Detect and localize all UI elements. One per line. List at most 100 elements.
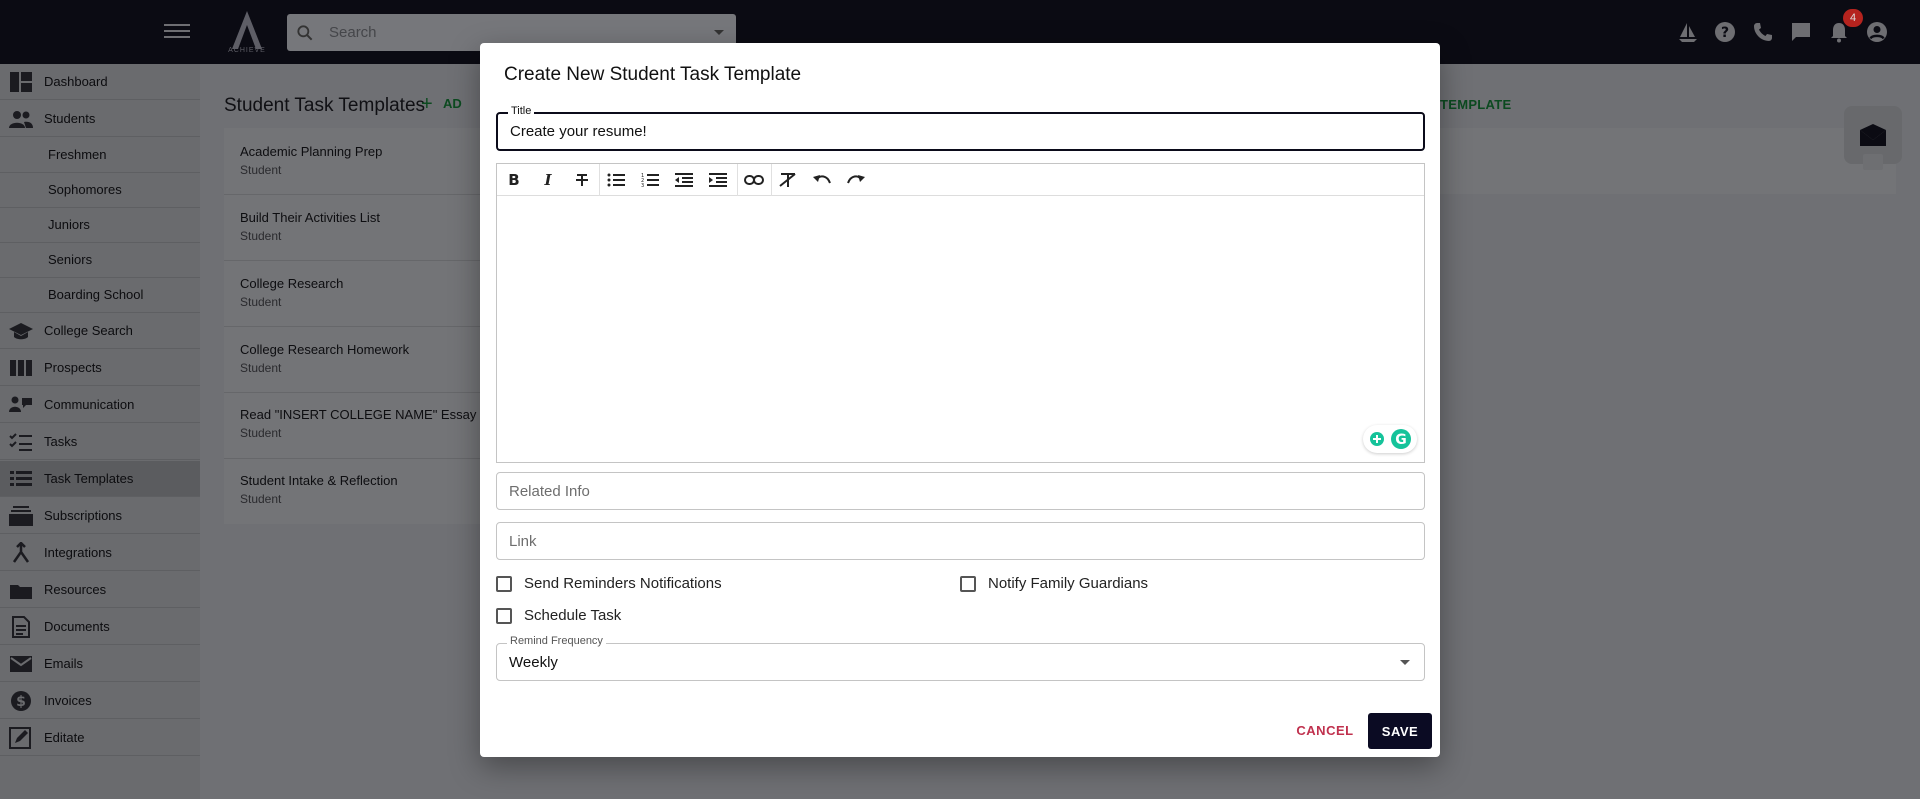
sidebar-nav: Dashboard Students Freshmen Sophomores J… bbox=[0, 64, 200, 799]
sidebar-item-boarding-school[interactable]: Boarding School bbox=[0, 277, 200, 313]
sidebar-item-label: Dashboard bbox=[44, 74, 108, 89]
chat-icon[interactable] bbox=[1789, 20, 1813, 44]
grammarly-icon[interactable]: G bbox=[1390, 428, 1412, 450]
send-reminders-checkbox[interactable]: Send Reminders Notifications bbox=[496, 575, 722, 592]
widget-collapse-icon[interactable] bbox=[1863, 154, 1883, 170]
bullet-list-icon[interactable] bbox=[603, 168, 629, 192]
sidebar-item-communication[interactable]: Communication bbox=[0, 387, 200, 423]
list-item[interactable]: College Research Student bbox=[240, 276, 343, 309]
grammarly-widget[interactable]: G bbox=[1363, 425, 1417, 453]
schedule-task-label: Schedule Task bbox=[524, 607, 622, 624]
sidebar-item-integrations[interactable]: Integrations bbox=[0, 535, 200, 571]
italic-icon[interactable]: I bbox=[535, 168, 561, 192]
sidebar-item-seniors[interactable]: Seniors bbox=[0, 242, 200, 278]
template-list: Academic Planning Prep Student Build The… bbox=[224, 128, 500, 524]
svg-text:?: ? bbox=[1721, 25, 1729, 41]
indent-icon[interactable] bbox=[705, 168, 731, 192]
redo-icon[interactable] bbox=[843, 168, 869, 192]
sidebar-item-college-search[interactable]: College Search bbox=[0, 313, 200, 349]
save-button[interactable]: SAVE bbox=[1368, 713, 1432, 749]
undo-icon[interactable] bbox=[809, 168, 835, 192]
clear-format-icon[interactable] bbox=[775, 168, 801, 192]
add-template-label: AD bbox=[443, 96, 462, 111]
chevron-down-icon bbox=[1400, 660, 1410, 665]
checkbox[interactable] bbox=[960, 575, 976, 592]
help-icon[interactable]: ? bbox=[1713, 20, 1737, 44]
page-title: Student Task Templates bbox=[224, 95, 426, 116]
sidebar-item-label: Sophomores bbox=[48, 182, 122, 197]
sidebar-item-label: Communication bbox=[44, 397, 135, 412]
menu-icon[interactable] bbox=[164, 20, 190, 44]
bold-icon[interactable]: B bbox=[501, 168, 527, 192]
sidebar-item-label: Subscriptions bbox=[44, 508, 123, 523]
search-dropdown-icon[interactable] bbox=[714, 30, 724, 35]
remind-frequency-select[interactable]: Remind Frequency Weekly bbox=[496, 635, 1425, 681]
search-icon bbox=[297, 25, 313, 41]
sidebar-item-label: Tasks bbox=[44, 434, 78, 449]
related-info-field[interactable] bbox=[496, 472, 1425, 510]
list-item-title: Academic Planning Prep bbox=[240, 144, 383, 159]
sidebar-item-dashboard[interactable]: Dashboard bbox=[0, 64, 200, 100]
divider bbox=[224, 392, 480, 393]
template-button[interactable]: TEMPLATE bbox=[1440, 97, 1512, 112]
sidebar-item-sophomores[interactable]: Sophomores bbox=[0, 172, 200, 208]
cancel-button[interactable]: CANCEL bbox=[1290, 717, 1360, 743]
list-item-type: Student bbox=[240, 295, 282, 309]
svg-text:G: G bbox=[1395, 432, 1407, 448]
sidebar-item-tasks[interactable]: Tasks bbox=[0, 424, 200, 460]
sidebar-item-task-templates[interactable]: Task Templates bbox=[0, 461, 200, 497]
outdent-icon[interactable] bbox=[671, 168, 697, 192]
list-item-type: Student bbox=[240, 426, 282, 440]
remind-frequency-value: Weekly bbox=[509, 654, 558, 671]
list-item-title: Student Intake & Reflection bbox=[240, 473, 398, 488]
numbered-list-icon[interactable]: 123 bbox=[637, 168, 663, 192]
remind-frequency-label: Remind Frequency bbox=[507, 635, 606, 647]
sidebar-item-emails[interactable]: Emails bbox=[0, 646, 200, 682]
link-icon[interactable] bbox=[741, 168, 767, 192]
sidebar-item-subscriptions[interactable]: Subscriptions bbox=[0, 498, 200, 534]
list-item[interactable]: Student Intake & Reflection Student bbox=[240, 473, 398, 506]
notification-badge: 4 bbox=[1843, 9, 1863, 27]
sidebar-item-students[interactable]: Students bbox=[0, 101, 200, 137]
list-item-type: Student bbox=[240, 361, 282, 375]
list-item[interactable]: College Research Homework Student bbox=[240, 342, 409, 375]
schedule-task-checkbox[interactable]: Schedule Task bbox=[496, 607, 621, 624]
checkbox[interactable] bbox=[496, 607, 512, 624]
sidebar-item-prospects[interactable]: Prospects bbox=[0, 350, 200, 386]
list-item-type: Student bbox=[240, 229, 282, 243]
sailboat-icon[interactable] bbox=[1676, 20, 1700, 44]
sidebar-item-invoices[interactable]: $ Invoices bbox=[0, 683, 200, 719]
notify-family-label: Notify Family Guardians bbox=[988, 575, 1149, 592]
notify-family-checkbox[interactable]: Notify Family Guardians bbox=[960, 575, 1148, 592]
tasks-icon bbox=[9, 432, 32, 451]
link-input[interactable] bbox=[509, 523, 1409, 559]
account-icon[interactable] bbox=[1865, 20, 1889, 44]
related-info-input[interactable] bbox=[509, 473, 1409, 509]
title-field[interactable]: Title bbox=[496, 105, 1425, 151]
toolbar-divider bbox=[737, 164, 738, 196]
title-input[interactable] bbox=[510, 114, 1410, 149]
list-item[interactable]: Academic Planning Prep Student bbox=[240, 144, 382, 177]
divider bbox=[224, 326, 480, 327]
sidebar-item-resources[interactable]: Resources bbox=[0, 572, 200, 608]
strikethrough-icon[interactable] bbox=[569, 168, 595, 192]
divider bbox=[224, 260, 480, 261]
students-icon bbox=[9, 110, 33, 128]
sidebar-item-label: Task Templates bbox=[44, 471, 134, 486]
phone-icon[interactable] bbox=[1751, 20, 1775, 44]
sidebar-item-freshmen[interactable]: Freshmen bbox=[0, 137, 200, 173]
add-icon[interactable] bbox=[1369, 431, 1385, 447]
editor-content-area[interactable] bbox=[497, 197, 1424, 462]
add-template-button[interactable]: + AD bbox=[421, 93, 462, 115]
checkbox[interactable] bbox=[496, 575, 512, 592]
sidebar-item-editate[interactable]: Editate bbox=[0, 720, 200, 756]
sidebar-item-label: Boarding School bbox=[48, 287, 144, 302]
mail-open-icon bbox=[1860, 124, 1886, 146]
link-field[interactable] bbox=[496, 522, 1425, 560]
list-item[interactable]: Build Their Activities List Student bbox=[240, 210, 380, 243]
sidebar-item-juniors[interactable]: Juniors bbox=[0, 207, 200, 243]
divider bbox=[224, 194, 480, 195]
sidebar-item-documents[interactable]: Documents bbox=[0, 609, 200, 645]
sidebar-item-label: Juniors bbox=[48, 217, 90, 232]
list-item[interactable]: Read "INSERT COLLEGE NAME" Essay Pro Stu… bbox=[240, 407, 500, 440]
